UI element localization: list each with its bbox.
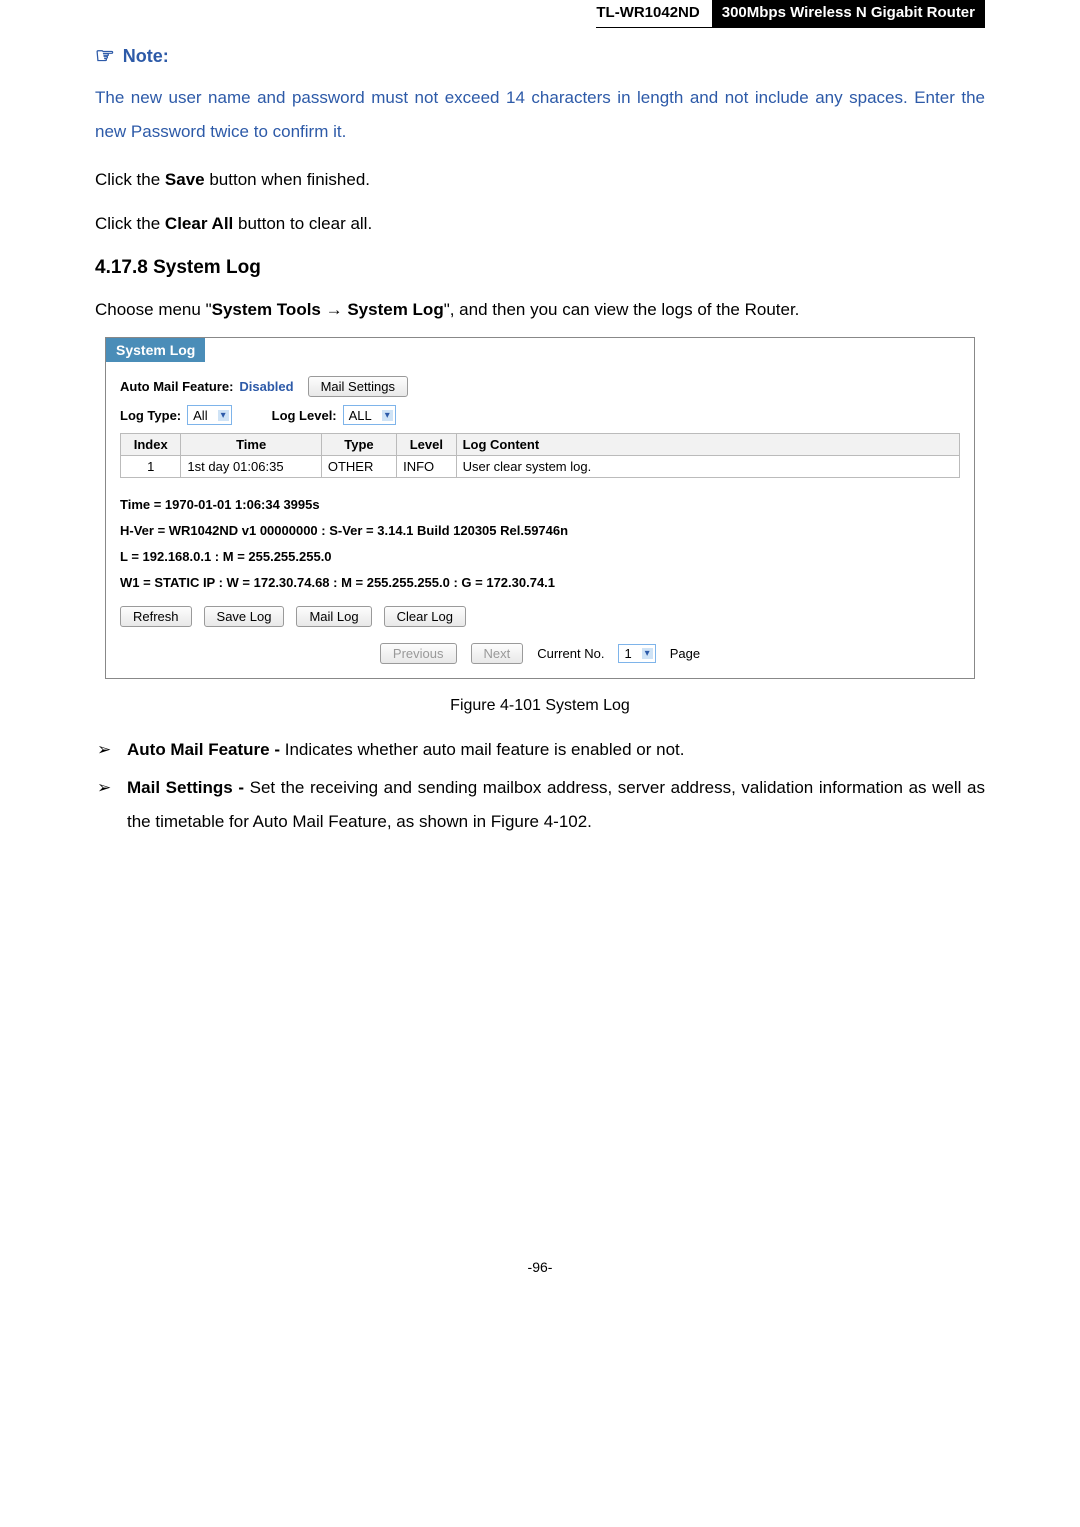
auto-mail-status: Disabled [239,379,293,394]
col-index: Index [121,434,181,456]
page-value: 1 [624,646,631,661]
cell-type: OTHER [321,456,396,478]
table-header-row: Index Time Type Level Log Content [121,434,960,456]
list-item: ➢ Auto Mail Feature - Indicates whether … [95,733,985,767]
page-label: Page [670,646,700,661]
choose-menu-line: Choose menu "System Tools → System Log",… [95,293,985,327]
list-item: ➢ Mail Settings - Set the receiving and … [95,771,985,839]
log-table: Index Time Type Level Log Content 1 1st … [120,433,960,478]
col-level: Level [397,434,457,456]
note-label: Note: [123,46,169,67]
cell-content: User clear system log. [456,456,959,478]
chevron-down-icon: ▾ [218,410,229,421]
log-level-value: ALL [349,408,372,423]
log-type-label: Log Type: [120,408,181,423]
info-line-3: L = 192.168.0.1 : M = 255.255.255.0 [120,544,974,570]
refresh-button[interactable]: Refresh [120,606,192,627]
save-instruction: Click the Save button when finished. [95,163,985,197]
col-content: Log Content [456,434,959,456]
clearall-instruction: Click the Clear All button to clear all. [95,207,985,241]
mail-log-button[interactable]: Mail Log [296,606,371,627]
chevron-down-icon: ▾ [382,410,393,421]
system-log-screenshot: System Log Auto Mail Feature: Disabled M… [105,337,975,679]
section-heading: 4.17.8 System Log [95,257,985,279]
bullet-1-text: Indicates whether auto mail feature is e… [280,740,684,759]
arrow-icon: → [321,300,347,319]
cell-index: 1 [121,456,181,478]
menu-path-2: System Log [347,300,443,319]
text: ", and then you can view the logs of the… [444,300,800,319]
log-type-select[interactable]: All ▾ [187,405,231,425]
text: button when finished. [205,170,370,189]
note-heading: ☞ Note: [95,43,985,69]
text: Click the [95,214,165,233]
panel-title: System Log [106,338,205,362]
mail-settings-button[interactable]: Mail Settings [308,376,408,397]
table-row: 1 1st day 01:06:35 OTHER INFO User clear… [121,456,960,478]
page-number: -96- [95,1259,985,1275]
auto-mail-label: Auto Mail Feature: [120,379,233,394]
info-line-2: H-Ver = WR1042ND v1 00000000 : S-Ver = 3… [120,518,974,544]
log-level-select[interactable]: ALL ▾ [343,405,396,425]
triangle-bullet-icon: ➢ [95,733,127,767]
pointing-hand-icon: ☞ [95,43,115,69]
cell-time: 1st day 01:06:35 [181,456,321,478]
previous-button[interactable]: Previous [380,643,457,664]
triangle-bullet-icon: ➢ [95,771,127,839]
save-word: Save [165,170,205,189]
cell-level: INFO [397,456,457,478]
col-time: Time [181,434,321,456]
log-level-label: Log Level: [272,408,337,423]
chevron-down-icon: ▾ [642,648,653,659]
pager: Previous Next Current No. 1 ▾ Page [106,643,974,664]
bullet-2-text: Set the receiving and sending mailbox ad… [127,778,985,831]
header-model: TL-WR1042ND [596,0,711,27]
info-line-4: W1 = STATIC IP : W = 172.30.74.68 : M = … [120,570,974,596]
text: Choose menu " [95,300,212,319]
col-type: Type [321,434,396,456]
note-text: The new user name and password must not … [95,81,985,149]
bullet-2-title: Mail Settings - [127,778,244,797]
save-log-button[interactable]: Save Log [204,606,285,627]
text: button to clear all. [233,214,372,233]
figure-caption: Figure 4-101 System Log [95,697,985,715]
log-type-value: All [193,408,207,423]
header-product: 300Mbps Wireless N Gigabit Router [712,0,985,27]
clear-log-button[interactable]: Clear Log [384,606,466,627]
clearall-word: Clear All [165,214,233,233]
next-button[interactable]: Next [471,643,524,664]
page-header: TL-WR1042ND 300Mbps Wireless N Gigabit R… [596,0,985,28]
page-select[interactable]: 1 ▾ [618,644,655,663]
current-no-label: Current No. [537,646,604,661]
text: Click the [95,170,165,189]
bullet-1-title: Auto Mail Feature - [127,740,280,759]
info-line-1: Time = 1970-01-01 1:06:34 3995s [120,492,974,518]
menu-path-1: System Tools [212,300,321,319]
system-info-block: Time = 1970-01-01 1:06:34 3995s H-Ver = … [120,492,974,596]
